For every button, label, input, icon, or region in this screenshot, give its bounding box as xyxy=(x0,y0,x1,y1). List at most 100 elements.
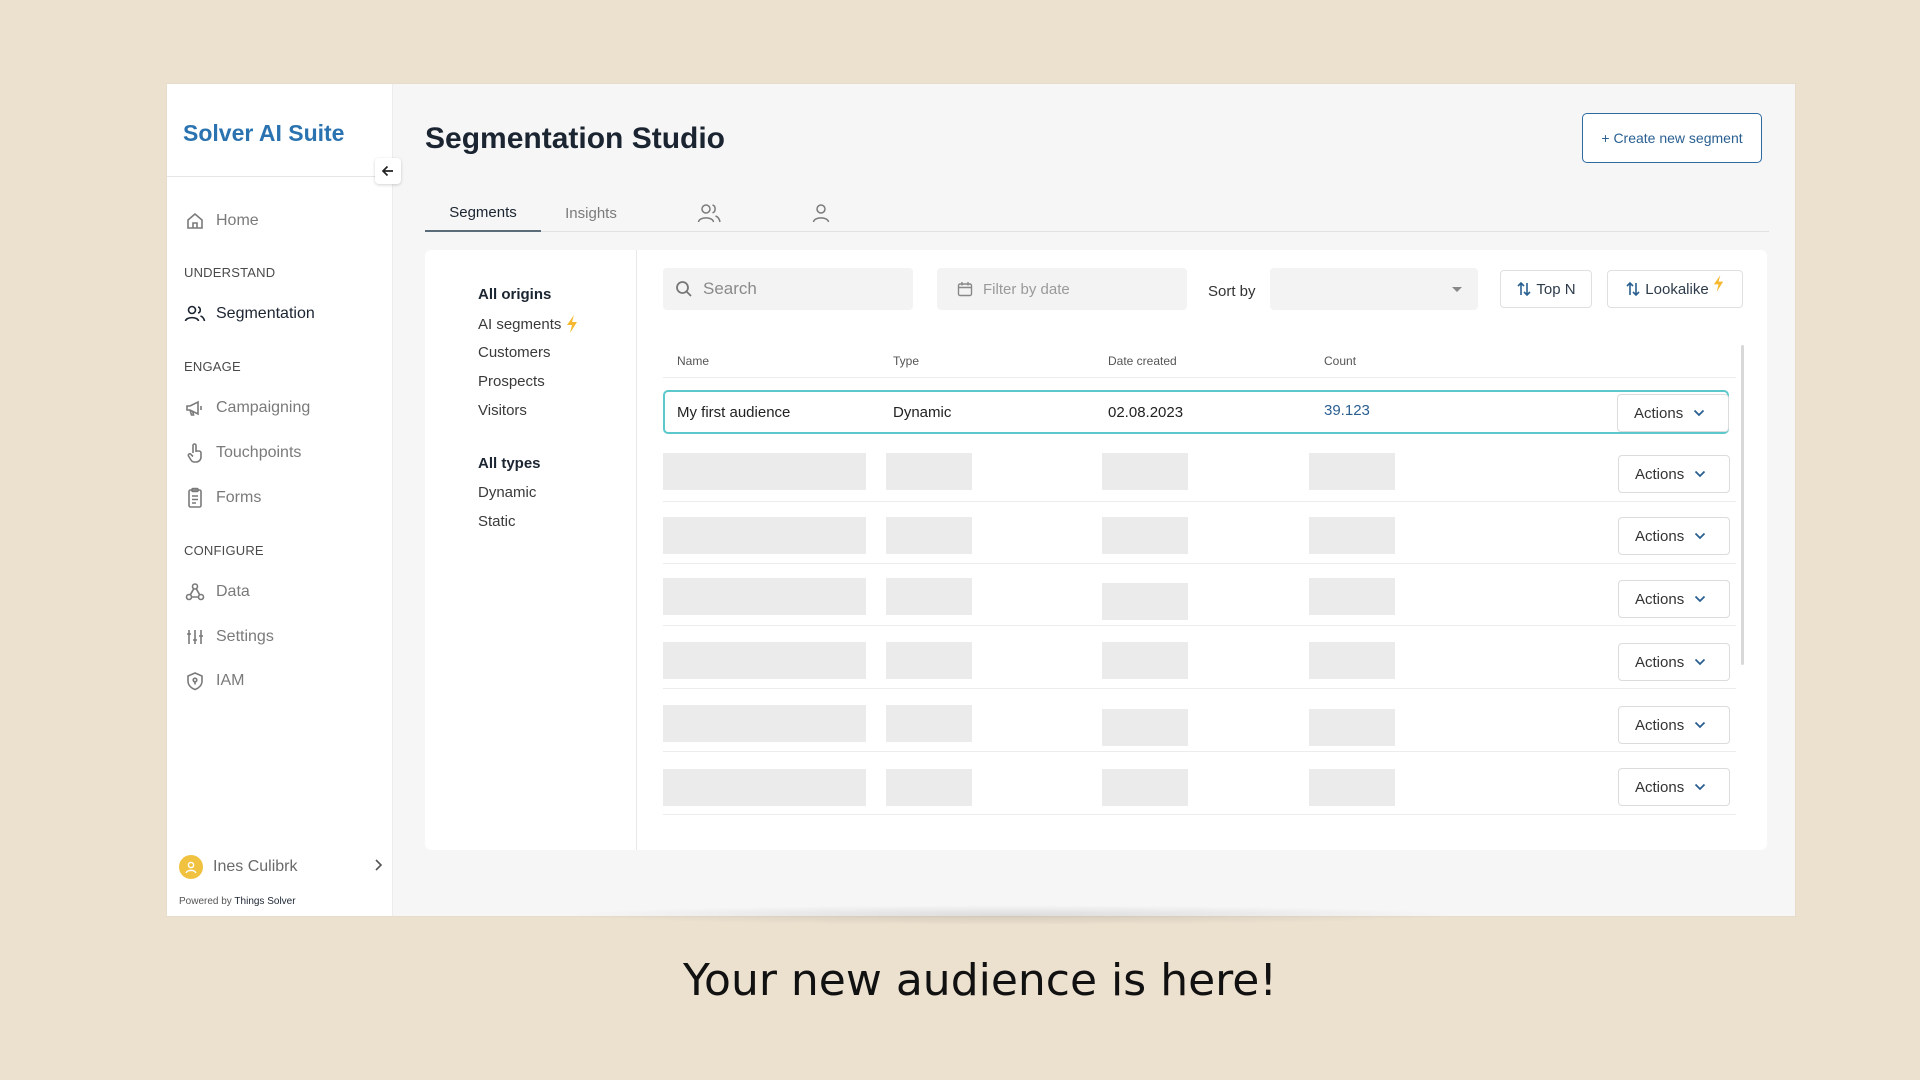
sidebar-item-touchpoints[interactable]: Touchpoints xyxy=(184,439,301,467)
sidebar-item-label: Segmentation xyxy=(216,305,315,322)
filter-visitors[interactable]: Visitors xyxy=(478,402,527,419)
actions-button[interactable]: Actions xyxy=(1617,394,1729,432)
actions-label: Actions xyxy=(1635,590,1685,608)
caret-down-icon xyxy=(1452,287,1462,292)
user-name: Ines Culibrk xyxy=(213,858,298,875)
chevron-right-icon xyxy=(373,858,383,877)
tab-person[interactable] xyxy=(791,194,851,232)
filter-ai-segments[interactable]: AI segments xyxy=(478,315,579,333)
arrow-left-icon xyxy=(381,164,395,178)
window-shadow xyxy=(560,905,1460,925)
scrollbar[interactable] xyxy=(1741,345,1744,665)
table-row-placeholder: Actions xyxy=(663,690,1736,752)
skeleton-cell xyxy=(886,578,972,615)
skeleton-cell xyxy=(1309,709,1395,746)
col-date-created[interactable]: Date created xyxy=(1108,354,1177,368)
lookalike-label: Lookalike xyxy=(1645,280,1709,298)
skeleton-cell xyxy=(1102,453,1188,490)
skeleton-cell xyxy=(1309,578,1395,615)
create-segment-button[interactable]: + Create new segment xyxy=(1582,113,1762,163)
sliders-icon xyxy=(184,626,206,648)
skeleton-cell xyxy=(886,642,972,679)
shield-icon xyxy=(184,670,206,692)
skeleton-cell xyxy=(886,705,972,742)
top-n-button[interactable]: Top N xyxy=(1500,270,1592,308)
filter-dynamic[interactable]: Dynamic xyxy=(478,484,536,501)
filter-all-types[interactable]: All types xyxy=(478,455,541,472)
search-input[interactable] xyxy=(703,279,903,299)
skeleton-cell xyxy=(663,453,866,490)
sidebar-item-home[interactable]: Home xyxy=(184,207,259,235)
skeleton-cell xyxy=(886,453,972,490)
sidebar-item-forms[interactable]: Forms xyxy=(184,484,261,512)
avatar xyxy=(179,855,203,879)
actions-button[interactable]: Actions xyxy=(1618,768,1730,806)
chevron-down-icon xyxy=(1693,409,1705,417)
app-window: Solver AI Suite Home UNDERSTAND Segmenta… xyxy=(167,84,1795,916)
skeleton-cell xyxy=(1309,453,1395,490)
megaphone-icon xyxy=(184,397,206,419)
filter-static[interactable]: Static xyxy=(478,513,516,530)
actions-label: Actions xyxy=(1635,778,1685,796)
sidebar-item-label: Settings xyxy=(216,628,274,645)
actions-button[interactable]: Actions xyxy=(1618,706,1730,744)
cell-date: 02.08.2023 xyxy=(1108,404,1184,421)
sort-select[interactable] xyxy=(1270,268,1478,310)
col-count[interactable]: Count xyxy=(1324,354,1356,368)
sidebar-item-settings[interactable]: Settings xyxy=(184,623,274,651)
actions-button[interactable]: Actions xyxy=(1618,580,1730,618)
sidebar-item-campaigning[interactable]: Campaigning xyxy=(184,394,310,422)
users-icon xyxy=(696,202,722,224)
skeleton-cell xyxy=(663,769,866,806)
actions-label: Actions xyxy=(1635,653,1685,671)
skeleton-cell xyxy=(1102,769,1188,806)
skeleton-cell xyxy=(663,517,866,554)
sort-arrows-icon xyxy=(1516,281,1532,297)
col-type[interactable]: Type xyxy=(893,354,919,368)
calendar-icon xyxy=(957,281,973,297)
chevron-down-icon xyxy=(1694,721,1706,729)
skeleton-cell xyxy=(1102,517,1188,554)
powered-brand[interactable]: Things Solver xyxy=(234,896,295,907)
skeleton-cell xyxy=(663,642,866,679)
table-row-placeholder: Actions xyxy=(663,564,1736,626)
sidebar-item-segmentation[interactable]: Segmentation xyxy=(184,300,315,328)
table-row[interactable]: My first audience Dynamic 02.08.2023 39.… xyxy=(663,390,1729,434)
skeleton-cell xyxy=(663,578,866,615)
page-title: Segmentation Studio xyxy=(425,122,725,155)
tab-segments[interactable]: Segments xyxy=(425,194,541,232)
filter-prospects[interactable]: Prospects xyxy=(478,373,545,390)
collapse-sidebar-button[interactable] xyxy=(375,158,401,184)
sidebar-item-iam[interactable]: IAM xyxy=(184,667,244,695)
tab-groups[interactable] xyxy=(679,194,739,232)
sidebar-item-data[interactable]: Data xyxy=(184,578,250,606)
skeleton-cell xyxy=(1309,517,1395,554)
skeleton-cell xyxy=(1102,583,1188,620)
table-row-placeholder: Actions xyxy=(663,753,1736,815)
powered-by: Powered by Things Solver xyxy=(179,896,296,907)
chevron-down-icon xyxy=(1694,658,1706,666)
chevron-down-icon xyxy=(1694,470,1706,478)
search-box xyxy=(663,268,913,310)
actions-button[interactable]: Actions xyxy=(1618,643,1730,681)
skeleton-cell xyxy=(1309,642,1395,679)
table-row-placeholder: Actions xyxy=(663,627,1736,689)
skeleton-cell xyxy=(1102,642,1188,679)
tab-insights[interactable]: Insights xyxy=(541,194,641,232)
brand-logo[interactable]: Solver AI Suite xyxy=(183,120,344,147)
date-filter-placeholder: Filter by date xyxy=(983,280,1070,298)
actions-button[interactable]: Actions xyxy=(1618,455,1730,493)
col-name[interactable]: Name xyxy=(677,354,709,368)
lookalike-button[interactable]: Lookalike xyxy=(1607,270,1743,308)
table-row-placeholder: Actions xyxy=(663,440,1736,502)
filter-customers[interactable]: Customers xyxy=(478,344,551,361)
cell-count[interactable]: 39.123 xyxy=(1324,402,1370,419)
date-filter[interactable]: Filter by date xyxy=(937,268,1187,310)
caption: Your new audience is here! xyxy=(683,955,1277,1006)
filter-all-origins[interactable]: All origins xyxy=(478,286,551,303)
search-icon xyxy=(675,280,693,298)
actions-button[interactable]: Actions xyxy=(1618,517,1730,555)
actions-label: Actions xyxy=(1635,527,1685,545)
user-menu[interactable]: Ines Culibrk xyxy=(179,852,383,882)
touch-icon xyxy=(184,442,206,464)
